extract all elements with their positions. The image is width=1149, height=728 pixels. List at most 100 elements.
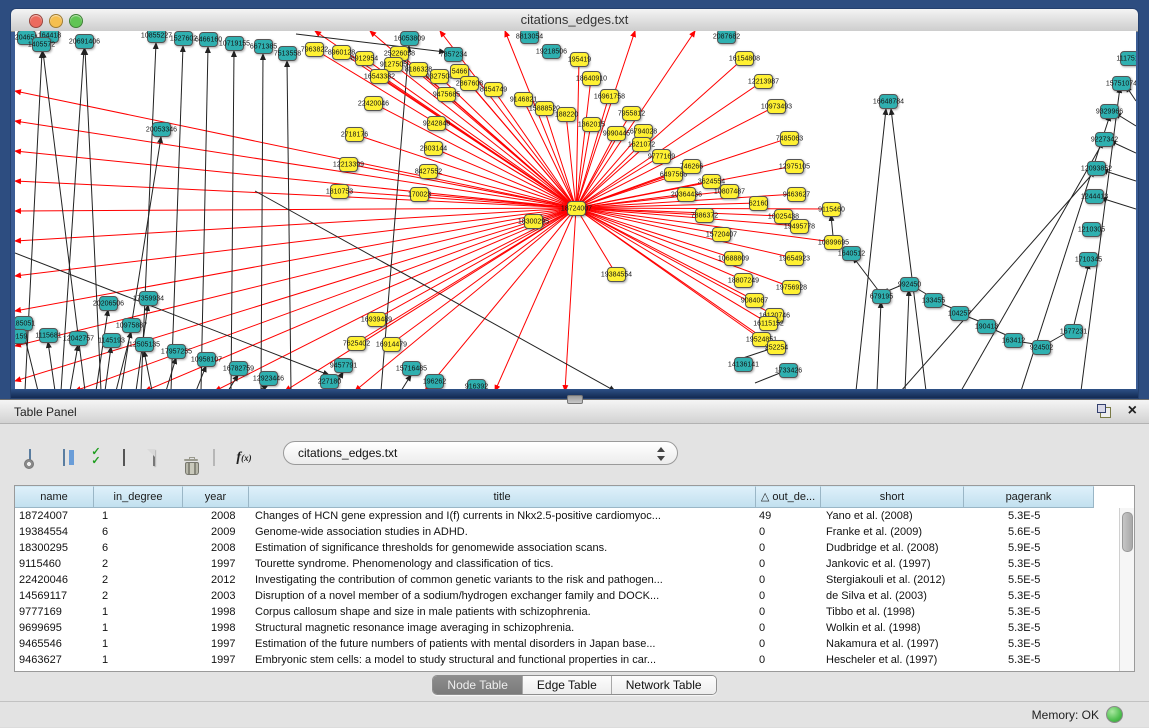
graph-node[interactable]: 7963822 — [305, 42, 324, 57]
graph-node[interactable]: 17957255 — [167, 344, 186, 359]
table-mode-button[interactable] — [16, 442, 44, 472]
graph-node[interactable]: 15888520 — [535, 101, 554, 116]
graph-node[interactable]: 9777169 — [652, 149, 671, 164]
vertical-scrollbar[interactable] — [1119, 508, 1134, 671]
graph-node[interactable]: 1117513 — [1120, 51, 1136, 66]
graph-node[interactable]: 9475685 — [437, 87, 456, 102]
graph-node[interactable]: 16961758 — [600, 89, 619, 104]
float-panel-icon[interactable] — [1097, 404, 1111, 418]
graph-node[interactable]: 104257 — [950, 306, 969, 321]
select-columns-button[interactable]: ✓✓ — [82, 442, 110, 472]
graph-node[interactable]: 6671385 — [254, 39, 273, 54]
graph-node[interactable]: 12975105 — [785, 159, 804, 174]
graph-node[interactable]: 14136141 — [734, 357, 753, 372]
graph-node[interactable]: 1710345 — [1079, 252, 1098, 267]
graph-node[interactable]: 163412 — [1004, 333, 1023, 348]
graph-node[interactable]: 12213399 — [339, 157, 358, 172]
graph-node[interactable]: 10807487 — [720, 184, 739, 199]
graph-node[interactable]: 15716485 — [402, 361, 421, 376]
table-row[interactable]: 1872400712008Changes of HCN gene express… — [15, 508, 1134, 524]
delete-column-button[interactable] — [170, 442, 198, 472]
graph-node[interactable]: 12505135 — [135, 337, 154, 352]
graph-node[interactable]: 1640512 — [842, 246, 861, 261]
graph-node[interactable]: 16648784 — [879, 94, 898, 109]
graph-node[interactable]: 10975887 — [122, 318, 141, 333]
graph-node[interactable]: 8454749 — [484, 82, 503, 97]
graph-node[interactable]: 20364436 — [677, 187, 696, 202]
graph-node[interactable]: 195419 — [570, 52, 589, 67]
graph-node[interactable]: 17359934 — [139, 291, 158, 306]
graph-node[interactable]: 20206506 — [99, 296, 118, 311]
row-height-button[interactable] — [110, 442, 138, 472]
column-header-year[interactable]: year — [183, 486, 249, 508]
table-row[interactable]: 946362711997Embryonic stem cells: a mode… — [15, 652, 1134, 668]
graph-node[interactable]: 1115681 — [39, 328, 58, 343]
graph-node[interactable]: 1810753 — [330, 184, 349, 199]
function-builder-button[interactable]: f(x) — [230, 442, 258, 472]
graph-node[interactable]: 1145193 — [102, 333, 121, 348]
tab-edge-table[interactable]: Edge Table — [523, 676, 612, 694]
graph-node[interactable]: 18640910 — [582, 71, 601, 86]
column-header-name[interactable]: name — [15, 486, 94, 508]
graph-node[interactable]: 227180 — [320, 374, 339, 389]
graph-node[interactable]: 252254 — [767, 340, 786, 355]
graph-node[interactable]: 2718176 — [345, 127, 364, 142]
graph-node[interactable]: 9327508 — [430, 69, 449, 84]
graph-node[interactable]: 992450 — [900, 277, 919, 292]
graph-node[interactable]: 1210305 — [1082, 222, 1101, 237]
panel-splitter-handle[interactable] — [567, 395, 583, 404]
graph-node[interactable]: 196262 — [425, 374, 444, 389]
graph-node[interactable]: 9329966 — [1100, 104, 1119, 119]
graph-node[interactable]: 170023 — [410, 187, 429, 202]
graph-node[interactable]: 12093852 — [1087, 161, 1106, 176]
graph-node[interactable]: 19218506 — [542, 44, 561, 59]
graph-node[interactable]: 20691406 — [75, 34, 94, 49]
create-column-button[interactable] — [140, 442, 168, 472]
graph-node[interactable]: 1733426 — [779, 363, 798, 378]
graph-node[interactable]: 9115460 — [822, 202, 841, 217]
graph-node[interactable]: 9463627 — [787, 187, 806, 202]
table-row[interactable]: 969969511998Structural magnetic resonanc… — [15, 620, 1134, 636]
graph-node[interactable]: 7485063 — [780, 131, 799, 146]
table-selector-dropdown[interactable]: citations_edges.txt — [283, 441, 678, 465]
graph-node[interactable]: 7955812 — [622, 106, 641, 121]
graph-node[interactable]: 6466160 — [199, 32, 218, 47]
close-panel-icon[interactable]: × — [1128, 404, 1137, 418]
graph-node[interactable]: 15751074 — [1112, 76, 1131, 91]
graph-node[interactable]: 10855227 — [147, 31, 166, 43]
graph-node[interactable]: 15720407 — [712, 227, 731, 242]
graph-node[interactable]: 1621072 — [632, 137, 651, 152]
table-row[interactable]: 1456911722003Disruption of a novel membe… — [15, 588, 1134, 604]
graph-node[interactable]: 10973493 — [767, 99, 786, 114]
graph-node[interactable]: 12213987 — [754, 74, 773, 89]
graph-node[interactable]: 1244413 — [1085, 189, 1104, 204]
graph-node[interactable]: 39159 — [15, 329, 27, 344]
graph-node[interactable]: 2087682 — [717, 31, 736, 44]
show-columns-button[interactable] — [50, 442, 78, 472]
graph-node[interactable]: 10958107 — [197, 352, 216, 367]
graph-node[interactable]: 7513558 — [278, 46, 297, 61]
graph-node[interactable]: 8960128 — [332, 45, 351, 60]
column-header-pagerank[interactable]: pagerank — [964, 486, 1094, 508]
graph-node[interactable]: 8813054 — [520, 31, 539, 44]
graph-node[interactable]: 7886372 — [695, 208, 714, 223]
graph-node[interactable]: 19384554 — [607, 267, 626, 282]
network-canvas[interactable]: 2046511644181405572206914061085522715276… — [15, 31, 1136, 391]
column-header-out-de-[interactable]: △ out_de... — [756, 486, 821, 508]
graph-node[interactable]: 16914479 — [382, 337, 401, 352]
graph-node[interactable]: 746266 — [682, 159, 701, 174]
graph-node[interactable]: 7857234 — [444, 47, 463, 62]
graph-node[interactable]: 12923446 — [259, 371, 278, 386]
graph-node[interactable]: 924502 — [1032, 340, 1051, 355]
scrollbar-thumb[interactable] — [1122, 512, 1133, 552]
graph-node[interactable]: 16939489 — [367, 312, 386, 327]
graph-node[interactable]: 19654923 — [785, 251, 804, 266]
graph-node[interactable]: 679195 — [872, 289, 891, 304]
graph-node[interactable]: 10719155 — [225, 36, 244, 51]
table-row[interactable]: 2242004622012Investigating the contribut… — [15, 572, 1134, 588]
graph-node[interactable]: 133455 — [924, 293, 943, 308]
column-header-short[interactable]: short — [821, 486, 964, 508]
graph-node[interactable]: 2803144 — [424, 141, 443, 156]
graph-node[interactable]: 19756928 — [782, 280, 801, 295]
graph-node[interactable]: 1527602 — [174, 31, 193, 46]
